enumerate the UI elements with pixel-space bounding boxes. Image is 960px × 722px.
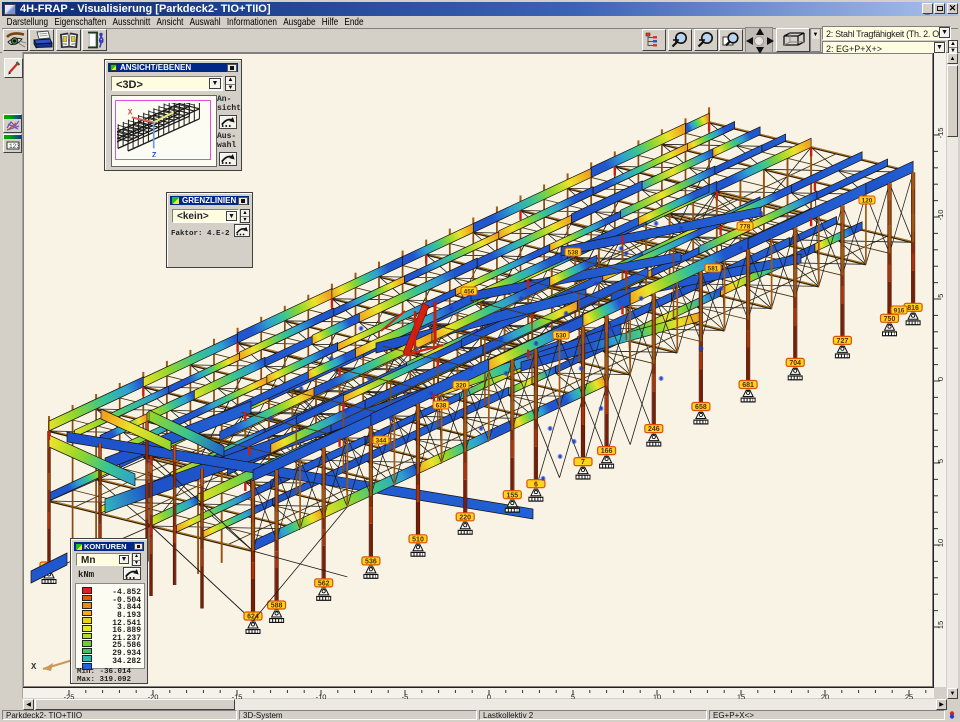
svg-text:✺: ✺	[343, 407, 349, 415]
svg-text:Z: Z	[152, 151, 157, 157]
svg-text:✺: ✺	[623, 250, 629, 258]
svg-text:816: 816	[907, 305, 919, 312]
svg-text:15: 15	[936, 621, 945, 629]
svg-text:778: 778	[740, 224, 751, 231]
svg-text:✺: ✺	[658, 375, 664, 383]
svg-text:✺: ✺	[558, 255, 564, 263]
svg-text:581: 581	[708, 266, 719, 273]
svg-text:246: 246	[648, 426, 660, 433]
svg-text:✺: ✺	[498, 335, 504, 343]
svg-text:510: 510	[412, 536, 424, 543]
svg-text:5: 5	[936, 459, 945, 463]
svg-text:530: 530	[556, 333, 567, 340]
svg-text:✺: ✺	[758, 210, 764, 218]
svg-text:✺: ✺	[638, 295, 644, 303]
svg-text:✺: ✺	[388, 415, 394, 423]
svg-text:✺: ✺	[328, 355, 334, 363]
svg-text:536: 536	[365, 559, 377, 566]
svg-text:✺: ✺	[478, 425, 484, 433]
svg-text:✺: ✺	[718, 285, 724, 293]
svg-text:✺: ✺	[578, 365, 584, 373]
svg-text:624: 624	[247, 614, 259, 621]
svg-text:10: 10	[936, 539, 945, 547]
svg-text:638: 638	[436, 403, 447, 410]
svg-text:✺: ✺	[540, 475, 546, 483]
svg-text:X: X	[128, 108, 133, 117]
svg-text:123: 123	[9, 143, 20, 150]
svg-text:456: 456	[464, 289, 475, 296]
svg-text:727: 727	[837, 338, 849, 345]
svg-text:588: 588	[271, 603, 283, 610]
svg-text:6: 6	[534, 481, 538, 488]
svg-text:538: 538	[568, 250, 579, 257]
svg-text:562: 562	[318, 581, 330, 588]
svg-text:✺: ✺	[358, 325, 364, 333]
svg-text:✺: ✺	[563, 310, 569, 318]
svg-text:✺: ✺	[428, 390, 434, 398]
svg-text:✺: ✺	[608, 325, 614, 333]
svg-text:681: 681	[742, 382, 754, 389]
svg-text:166: 166	[601, 448, 613, 455]
svg-text:320: 320	[456, 383, 467, 390]
svg-text:X: X	[31, 662, 37, 672]
svg-text:✺: ✺	[738, 245, 744, 253]
svg-text:✺: ✺	[598, 405, 604, 413]
svg-text:✺: ✺	[571, 438, 577, 446]
svg-text:✺: ✺	[557, 453, 563, 461]
svg-text:704: 704	[789, 360, 801, 367]
svg-text:✺: ✺	[448, 305, 454, 313]
svg-text:344: 344	[376, 438, 387, 445]
svg-text:155: 155	[506, 492, 518, 499]
svg-text:✺: ✺	[593, 280, 599, 288]
svg-text:✺: ✺	[268, 415, 274, 423]
svg-text:-15: -15	[936, 128, 945, 139]
svg-text:7: 7	[581, 459, 585, 466]
svg-text:✺: ✺	[518, 295, 524, 303]
svg-text:120: 120	[862, 198, 873, 205]
svg-text:✺: ✺	[547, 425, 553, 433]
svg-text:✺: ✺	[533, 340, 539, 348]
svg-text:✺: ✺	[298, 385, 304, 393]
svg-text:✺: ✺	[653, 220, 659, 228]
svg-text:✺: ✺	[503, 370, 509, 378]
svg-text:-5: -5	[936, 294, 945, 301]
svg-text:✺: ✺	[366, 375, 372, 383]
svg-text:-10: -10	[936, 210, 945, 221]
svg-text:916: 916	[894, 308, 905, 315]
svg-text:658: 658	[695, 404, 707, 411]
svg-text:750: 750	[884, 316, 896, 323]
svg-text:✺: ✺	[678, 225, 684, 233]
svg-text:220: 220	[459, 514, 471, 521]
svg-text:✺: ✺	[698, 345, 704, 353]
svg-text:✺: ✺	[468, 365, 474, 373]
svg-text:0: 0	[936, 377, 945, 381]
